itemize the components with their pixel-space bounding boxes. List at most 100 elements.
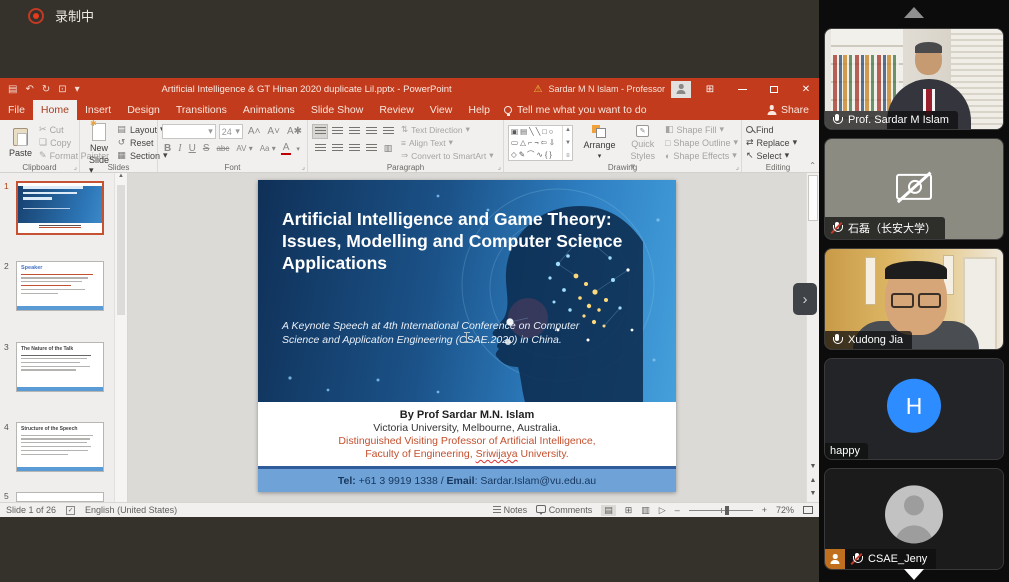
align-left-button[interactable] xyxy=(312,141,328,156)
tab-help[interactable]: Help xyxy=(460,100,498,120)
share-button[interactable]: Share xyxy=(767,104,809,116)
slide-thumbnail-2[interactable]: Speaker xyxy=(16,261,104,311)
text-direction-button[interactable]: ⇅Text Direction ▾ xyxy=(401,123,494,136)
shadow-strike-button[interactable]: S xyxy=(201,143,212,154)
align-center-button[interactable] xyxy=(329,141,345,156)
tab-home[interactable]: Home xyxy=(33,100,77,120)
font-dialog-launcher-icon[interactable]: ⌟ xyxy=(302,163,305,171)
clipboard-dialog-launcher-icon[interactable]: ⌟ xyxy=(74,163,77,171)
character-spacing-button[interactable]: AV ▾ xyxy=(234,144,254,153)
align-right-button[interactable] xyxy=(346,141,362,156)
bullets-button[interactable] xyxy=(312,124,328,139)
reading-view-button[interactable]: ▥ xyxy=(641,505,650,516)
ribbon-display-options-icon[interactable]: ⊞ xyxy=(697,78,723,100)
zoom-level[interactable]: 72% xyxy=(776,505,794,515)
slide-thumbnail-3[interactable]: The Nature of the Talk xyxy=(16,342,104,392)
convert-smartart-button[interactable]: ⇒Convert to SmartArt ▾ xyxy=(401,149,494,162)
restore-button[interactable] xyxy=(761,78,787,100)
decrease-indent-button[interactable] xyxy=(346,124,362,139)
previous-slide-button[interactable]: ▲ xyxy=(807,476,819,486)
line-spacing-button[interactable] xyxy=(380,124,396,139)
slide-counter[interactable]: Slide 1 of 26 xyxy=(6,505,56,515)
shape-outline-button[interactable]: □Shape Outline ▾ xyxy=(665,136,738,149)
slide-canvas[interactable]: Artificial Intelligence and Game Theory:… xyxy=(258,180,676,492)
strikethrough-button[interactable]: abc xyxy=(214,144,231,153)
video-tile-5[interactable]: CSAE_Jeny xyxy=(824,468,1004,570)
shape-gallery-scrollbar[interactable]: ▲▼≡ xyxy=(562,126,572,160)
fit-to-window-icon[interactable] xyxy=(803,506,813,514)
slide-thumbnail-1[interactable] xyxy=(16,181,104,235)
video-tile-4[interactable]: H happy xyxy=(824,358,1004,460)
slideshow-view-button[interactable]: ▷ xyxy=(659,505,666,516)
scroll-down-arrow[interactable] xyxy=(904,569,924,580)
collapse-ribbon-icon[interactable]: ⌃ xyxy=(809,161,816,170)
zoom-in-button[interactable]: + xyxy=(762,505,767,515)
paragraph-dialog-launcher-icon[interactable]: ⌟ xyxy=(498,163,501,171)
columns-button[interactable]: ▥ xyxy=(380,141,396,156)
save-icon[interactable]: ▤ xyxy=(8,84,17,95)
slide-sorter-view-button[interactable]: ⊞ xyxy=(625,505,633,516)
font-color-button[interactable]: A xyxy=(281,143,292,155)
tab-view[interactable]: View xyxy=(422,100,461,120)
underline-button[interactable]: U xyxy=(187,143,198,154)
normal-view-button[interactable]: ▤ xyxy=(601,505,616,516)
slide-subtitle[interactable]: A Keynote Speech at 4th International Co… xyxy=(282,320,612,347)
spellcheck-status-icon[interactable]: ✓ xyxy=(66,506,75,515)
close-button[interactable]: ✕ xyxy=(793,78,819,100)
scroll-up-arrow[interactable] xyxy=(904,7,924,18)
tell-me-box[interactable]: Tell me what you want to do xyxy=(504,104,647,116)
account-avatar[interactable] xyxy=(671,81,691,98)
video-tile-3[interactable]: Xudong Jia xyxy=(824,248,1004,350)
start-slideshow-icon[interactable]: ⊡ xyxy=(58,84,66,95)
shape-effects-button[interactable]: ◐Shape Effects ▾ xyxy=(665,149,738,162)
scroll-down-icon[interactable]: ▼ xyxy=(807,462,819,472)
shape-gallery[interactable]: ▣▤╲╲□○ ▭△⌐¬⇦⇩ ◇✎⌒∿{} ▲▼≡ xyxy=(508,125,573,161)
slide-area-scrollbar[interactable]: ▼ ▲ ▼ xyxy=(806,173,819,502)
find-button[interactable]: Find xyxy=(746,123,811,136)
align-text-button[interactable]: ≡Align Text ▾ xyxy=(401,136,494,149)
video-tile-1[interactable]: Prof. Sardar M Islam xyxy=(824,28,1004,130)
zoom-slider[interactable] xyxy=(689,510,753,511)
video-panel-toggle[interactable]: › xyxy=(793,283,817,315)
slide-thumbnail-5[interactable] xyxy=(16,492,104,502)
font-name-combo[interactable]: ▾ xyxy=(162,124,216,139)
increase-indent-button[interactable] xyxy=(363,124,379,139)
thumbnail-scroll-up-icon[interactable]: ▲ xyxy=(118,173,124,179)
drawing-dialog-launcher-icon[interactable]: ⌟ xyxy=(736,163,739,171)
tab-animations[interactable]: Animations xyxy=(235,100,303,120)
video-tile-2[interactable]: 石磊（长安大学） xyxy=(824,138,1004,240)
replace-button[interactable]: ⇄Replace ▾ xyxy=(746,136,811,149)
tab-review[interactable]: Review xyxy=(371,100,421,120)
slide-author-block[interactable]: By Prof Sardar M.N. Islam Victoria Unive… xyxy=(258,402,676,466)
comments-button[interactable]: Comments xyxy=(536,505,592,515)
clear-formatting-icon[interactable]: A✱ xyxy=(285,126,304,137)
numbering-button[interactable] xyxy=(329,124,345,139)
italic-button[interactable]: I xyxy=(176,143,183,154)
tab-transitions[interactable]: Transitions xyxy=(168,100,235,120)
arrange-button[interactable]: Arrange ▾ xyxy=(578,123,620,160)
minimize-button[interactable] xyxy=(729,78,755,100)
shape-fill-button[interactable]: ◧Shape Fill ▾ xyxy=(665,123,738,136)
tab-design[interactable]: Design xyxy=(119,100,168,120)
notes-button[interactable]: Notes xyxy=(493,505,527,515)
change-case-button[interactable]: Aa ▾ xyxy=(258,144,278,153)
select-button[interactable]: ↖Select ▾ xyxy=(746,149,811,162)
bold-button[interactable]: B xyxy=(162,143,173,154)
undo-icon[interactable]: ↶ xyxy=(25,84,33,95)
tab-slideshow[interactable]: Slide Show xyxy=(303,100,372,120)
language-status[interactable]: English (United States) xyxy=(85,505,177,515)
zoom-slider-thumb[interactable] xyxy=(725,506,729,515)
paste-button[interactable]: Paste xyxy=(4,123,37,162)
warning-icon[interactable]: ⚠ xyxy=(534,84,543,95)
slide-contact-bar[interactable]: Tel: +61 3 9919 1338 / Email: Sardar.Isl… xyxy=(258,466,676,492)
shape-gallery-row-1[interactable]: ▣▤╲╲□○ xyxy=(511,128,562,136)
next-slide-button[interactable]: ▼ xyxy=(807,489,819,499)
thumbnail-scrollbar-thumb[interactable] xyxy=(117,185,125,315)
shape-gallery-row-2[interactable]: ▭△⌐¬⇦⇩ xyxy=(511,139,562,147)
tab-insert[interactable]: Insert xyxy=(77,100,119,120)
font-size-combo[interactable]: 24▾ xyxy=(219,124,243,139)
justify-button[interactable] xyxy=(363,141,379,156)
scrollbar-thumb[interactable] xyxy=(808,175,818,221)
tab-file[interactable]: File xyxy=(0,100,33,120)
increase-font-icon[interactable]: A˄ xyxy=(246,126,263,137)
